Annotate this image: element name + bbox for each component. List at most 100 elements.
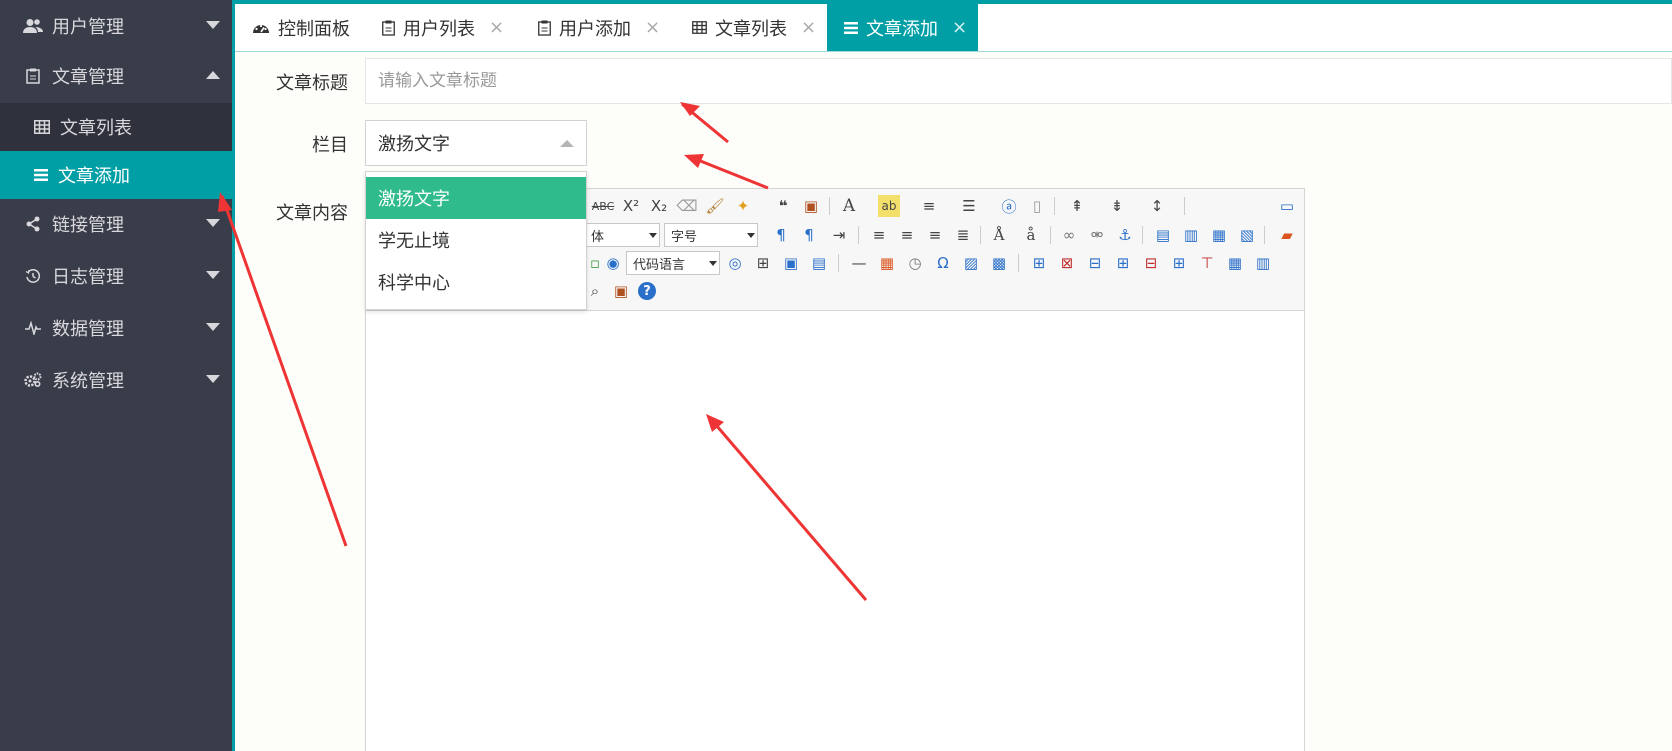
- close-icon[interactable]: ×: [645, 17, 660, 38]
- eraser-icon[interactable]: ⌫: [676, 195, 698, 217]
- anchor-icon[interactable]: ⚓: [1114, 224, 1136, 246]
- rtl-icon[interactable]: ¶: [798, 224, 820, 246]
- globe-icon[interactable]: ◎: [724, 252, 746, 274]
- row-spacing-bottom-icon[interactable]: ⇟: [1106, 195, 1128, 217]
- share-icon: [22, 216, 44, 232]
- pulse-icon: [22, 321, 44, 335]
- insert-column-icon[interactable]: ⊞: [1168, 252, 1190, 274]
- app: 用户管理 文章管理 文章列表 文章添加 链接管理 日志管理 数据管理 系统管理 …: [0, 0, 1672, 751]
- ltr-icon[interactable]: ¶: [770, 224, 792, 246]
- sidebar-item-data-management[interactable]: 数据管理: [0, 302, 232, 354]
- category-option[interactable]: 激扬文字: [366, 177, 586, 219]
- time-icon[interactable]: ◷: [904, 252, 926, 274]
- ordered-list-icon[interactable]: ≡: [918, 195, 940, 217]
- align-left-icon[interactable]: ≡: [868, 224, 890, 246]
- tab-user-list[interactable]: 用户列表 ×: [382, 4, 504, 51]
- chevron-down-icon: [206, 323, 220, 331]
- editor-content-area[interactable]: [366, 312, 1304, 751]
- search-replace-icon[interactable]: ⌕: [584, 280, 606, 302]
- sidebar-item-label: 文章管理: [52, 67, 124, 88]
- row-spacing-top-icon[interactable]: ⇞: [1066, 195, 1088, 217]
- image-center-icon[interactable]: ▧: [1236, 224, 1258, 246]
- image-right-icon[interactable]: ▦: [1208, 224, 1230, 246]
- template-icon[interactable]: ▣: [780, 252, 802, 274]
- tab-article-list[interactable]: 文章列表 ×: [692, 4, 816, 51]
- align-center-icon[interactable]: ≡: [896, 224, 918, 246]
- paste-text-icon[interactable]: ▣: [800, 195, 822, 217]
- toolbar-separator: [838, 254, 839, 272]
- horizontal-rule-icon[interactable]: —: [848, 252, 870, 274]
- toolbar-separator: [1184, 197, 1185, 215]
- table-icon: [692, 21, 707, 34]
- sidebar-item-article-management[interactable]: 文章管理: [0, 50, 232, 102]
- merge-cells-icon[interactable]: ▦: [1224, 252, 1246, 274]
- date-icon[interactable]: ▦: [876, 252, 898, 274]
- link-text-icon[interactable]: ⓐ: [998, 195, 1020, 217]
- line-height-icon[interactable]: ↕: [1146, 195, 1168, 217]
- merge-right-icon[interactable]: ▥: [1252, 252, 1274, 274]
- auto-format-icon[interactable]: ✦: [732, 195, 754, 217]
- delete-row-icon[interactable]: ⊟: [1140, 252, 1162, 274]
- new-document-icon[interactable]: ▯: [1026, 195, 1048, 217]
- insert-picture-icon[interactable]: ▨: [960, 252, 982, 274]
- image-none-icon[interactable]: ▤: [1152, 224, 1174, 246]
- lowercase-icon[interactable]: å: [1020, 224, 1042, 246]
- delete-table-icon[interactable]: ⊠: [1056, 252, 1078, 274]
- insert-image-icon[interactable]: ▰: [1276, 224, 1298, 246]
- insert-table-icon[interactable]: ⊞: [1028, 252, 1050, 274]
- code-language-select[interactable]: 代码语言: [626, 251, 720, 275]
- page-break-icon[interactable]: ⊞: [752, 252, 774, 274]
- sidebar-item-label: 日志管理: [52, 267, 124, 288]
- word-image-icon[interactable]: ▩: [988, 252, 1010, 274]
- category-option[interactable]: 科学中心: [366, 261, 586, 303]
- toolbar-separator: [1142, 226, 1143, 244]
- insert-paragraph-before-table-icon[interactable]: ⊟: [1084, 252, 1106, 274]
- tab-article-add[interactable]: 文章添加 ×: [827, 4, 978, 51]
- close-icon[interactable]: ×: [801, 17, 816, 38]
- blockquote-icon[interactable]: ❝: [772, 195, 794, 217]
- fullscreen-icon[interactable]: ▭: [1276, 195, 1298, 217]
- sidebar-item-link-management[interactable]: 链接管理: [0, 198, 232, 250]
- title-input[interactable]: [365, 58, 1672, 104]
- toolbar-separator: [980, 226, 981, 244]
- paste-icon[interactable]: ▣: [610, 280, 632, 302]
- insert-row-icon[interactable]: ⊞: [1112, 252, 1134, 274]
- sidebar-item-user-management[interactable]: 用户管理: [0, 0, 232, 52]
- indent-icon[interactable]: ⇥: [828, 224, 850, 246]
- align-right-icon[interactable]: ≡: [924, 224, 946, 246]
- sidebar-item-log-management[interactable]: 日志管理: [0, 250, 232, 302]
- image-left-icon[interactable]: ▥: [1180, 224, 1202, 246]
- uppercase-icon[interactable]: Å: [988, 224, 1010, 246]
- clipboard-icon: [22, 68, 44, 84]
- category-dropdown: 激扬文字 学无止境 科学中心: [365, 171, 587, 310]
- font-family-select[interactable]: 体: [584, 223, 660, 247]
- strikethrough-icon[interactable]: ABC: [592, 195, 615, 217]
- category-option[interactable]: 学无止境: [366, 219, 586, 261]
- sidebar-subitem-article-list[interactable]: 文章列表: [0, 103, 232, 151]
- align-justify-icon[interactable]: ≣: [952, 224, 974, 246]
- insert-map-icon[interactable]: ◉: [602, 252, 624, 274]
- sidebar-subitem-article-add[interactable]: 文章添加: [0, 151, 232, 199]
- help-icon[interactable]: ?: [638, 282, 656, 300]
- subscript-icon[interactable]: X₂: [648, 195, 670, 217]
- tab-dashboard[interactable]: 控制面板: [252, 4, 350, 51]
- link-icon[interactable]: ∞: [1058, 224, 1080, 246]
- content-label: 文章内容: [276, 203, 348, 224]
- close-icon[interactable]: ×: [489, 17, 504, 38]
- tab-user-add[interactable]: 用户添加 ×: [538, 4, 660, 51]
- special-chars-icon[interactable]: Ω: [932, 252, 954, 274]
- highlight-icon[interactable]: ab: [878, 195, 900, 217]
- attachment-icon[interactable]: ▤: [808, 252, 830, 274]
- toolbar-separator: [1050, 226, 1051, 244]
- sidebar-item-system-management[interactable]: 系统管理: [0, 354, 232, 406]
- format-brush-icon[interactable]: 🖌: [704, 195, 726, 217]
- font-size-select[interactable]: 字号: [664, 223, 758, 247]
- unordered-list-icon[interactable]: ☰: [958, 195, 980, 217]
- superscript-icon[interactable]: X²: [620, 195, 642, 217]
- font-color-icon[interactable]: A: [838, 195, 860, 217]
- delete-column-icon[interactable]: ⊤: [1196, 252, 1218, 274]
- category-select[interactable]: 激扬文字: [365, 120, 587, 166]
- close-icon[interactable]: ×: [952, 17, 967, 38]
- unlink-icon[interactable]: ⚮: [1086, 224, 1108, 246]
- title-label: 文章标题: [276, 73, 348, 94]
